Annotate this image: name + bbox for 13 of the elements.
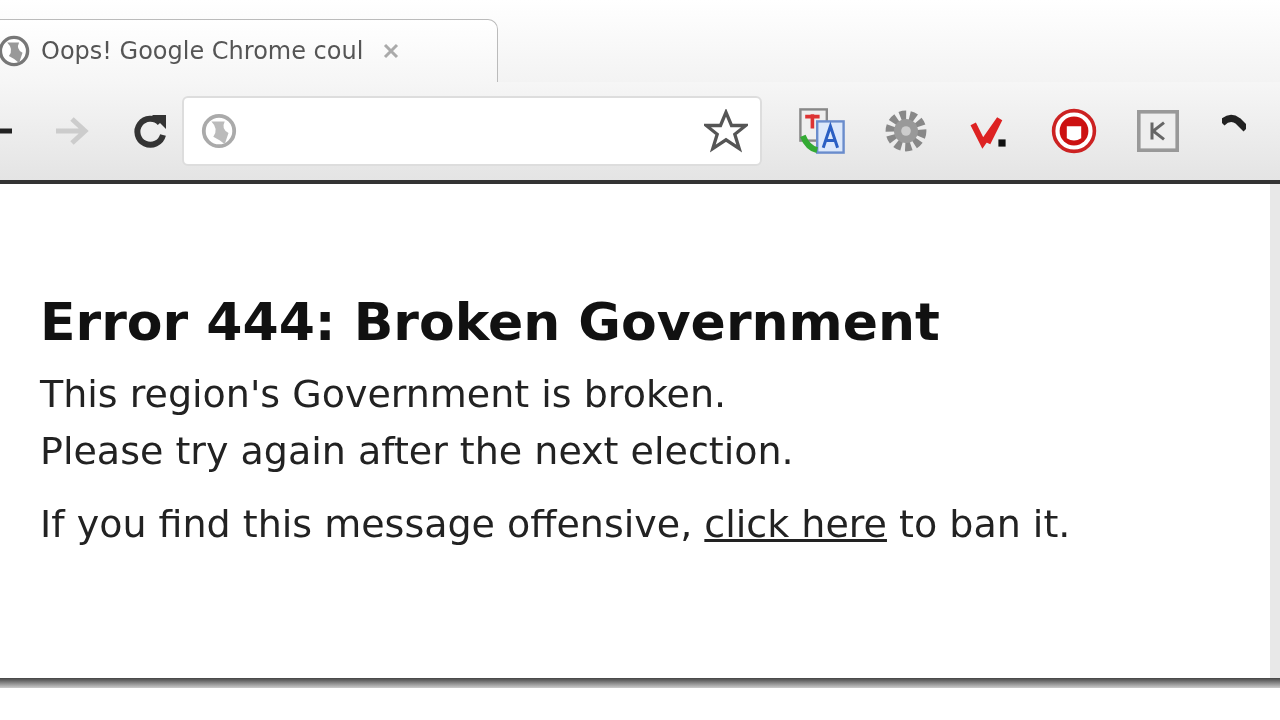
error-heading: Error 444: Broken Government xyxy=(40,292,941,352)
star-icon[interactable] xyxy=(704,109,748,153)
translate-icon[interactable] xyxy=(798,107,846,155)
browser-tab[interactable]: Oops! Google Chrome coul xyxy=(0,19,498,82)
square-key-icon[interactable] xyxy=(1134,107,1182,155)
error-message: Please try again after the next election. xyxy=(40,428,795,475)
notice-text: If you find this message offensive, click here to ban it. xyxy=(40,501,1072,548)
ban-link[interactable]: click here xyxy=(704,502,887,546)
error-message: This region's Government is broken. xyxy=(40,371,728,418)
tab-title: Oops! Google Chrome coul xyxy=(41,37,364,65)
globe-icon xyxy=(200,112,238,150)
stop-sign-icon[interactable] xyxy=(1050,107,1098,155)
globe-icon xyxy=(0,34,31,68)
